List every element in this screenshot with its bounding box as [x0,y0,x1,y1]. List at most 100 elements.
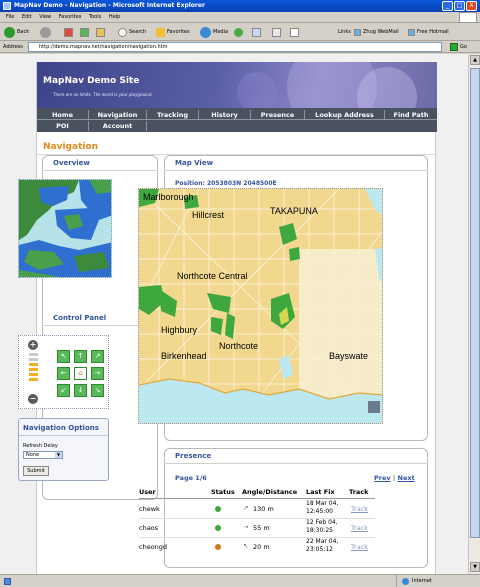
pan-south-button[interactable]: ↓ [74,384,87,397]
home-button[interactable] [96,26,105,38]
links-label: Links [338,29,351,35]
mail-button[interactable] [252,26,261,38]
map-label-hillcrest: Hillcrest [192,210,225,220]
pan-north-button[interactable]: ↑ [74,350,87,363]
track-link[interactable]: Track [351,543,368,551]
menu-file[interactable]: File [6,14,14,20]
scroll-down-icon[interactable]: ▼ [470,562,480,572]
nav-lookup-address[interactable]: Lookup Address [305,110,385,120]
refresh-icon [80,27,89,37]
refresh-button[interactable] [80,26,89,38]
maximize-button[interactable]: □ [454,1,465,11]
print-icon [272,27,281,37]
next-link[interactable]: Next [398,474,415,482]
zoom-level-bar[interactable] [29,363,38,366]
menu-favorites[interactable]: Favorites [59,14,82,20]
minimize-button[interactable]: _ [442,1,453,11]
center-map-button[interactable]: ⌂ [74,367,87,380]
pan-southeast-button[interactable]: ↘ [91,384,104,397]
media-icon [200,26,211,38]
nav-tracking[interactable]: Tracking [147,110,199,120]
pan-southwest-button[interactable]: ↙ [57,384,70,397]
refresh-delay-label: Refresh Delay [23,443,58,449]
zoom-level-bar[interactable] [29,353,38,356]
window-title-bar: MapNav Demo - Navigation - Microsoft Int… [0,0,480,12]
main-map[interactable]: Marlborough Hillcrest TAKAPUNA Northcote… [138,188,383,424]
overview-map[interactable] [18,179,112,278]
menu-help[interactable]: Help [109,14,120,20]
address-input[interactable]: http://demo.mapnav.net/navigation/naviga… [28,42,442,52]
search-button[interactable]: Search [118,26,146,38]
map-label-northcote: Northcote [219,341,259,351]
map-label-birkenhead: Birkenhead [161,351,207,361]
direction-arrow-icon: ⇢ [243,523,249,531]
print-button[interactable] [272,26,281,38]
nav-history[interactable]: History [199,110,251,120]
link-zhug-webmail[interactable]: Zhug WebMail [354,26,399,38]
refresh-delay-select[interactable]: None ▼ [23,451,63,459]
nav-find-path[interactable]: Find Path [385,110,437,120]
page-indicator: Page 1/6 [175,474,207,482]
table-row: chewk ↗ 130 m 18 Mar 04, 12:45:00 Track [139,500,369,515]
overview-map-image [19,180,111,277]
page-icon [354,28,361,36]
status-dot [215,506,221,512]
presence-title: Presence [175,452,212,460]
menu-view[interactable]: View [39,14,51,20]
map-corner-widget[interactable] [368,401,380,413]
track-link[interactable]: Track [351,524,368,532]
nav-account[interactable]: Account [89,121,147,131]
map-view-title: Map View [175,159,214,167]
page-icon [4,578,11,585]
prev-link[interactable]: Prev [374,474,391,482]
zoom-level-bar[interactable] [29,378,38,381]
nav-poi[interactable]: POI [37,121,89,131]
scroll-thumb[interactable] [470,68,480,538]
zoom-level-bar[interactable] [29,368,38,371]
close-button[interactable]: X [466,1,477,11]
globe-icon [402,578,409,585]
control-panel: + − ↖ ↑ ↗ ← ⌂ → ↙ ↓ ↘ [18,335,109,409]
vertical-scrollbar[interactable]: ▲ ▼ [468,54,480,574]
navigation-options-panel: Navigation Options Refresh Delay None ▼ S… [18,418,109,481]
menu-tools[interactable]: Tools [89,14,101,20]
track-link[interactable]: Track [351,505,368,513]
map-label-northcote-central: Northcote Central [177,271,248,281]
go-arrow-icon [450,43,458,51]
pan-northwest-button[interactable]: ↖ [57,350,70,363]
position-readout: Position: 2053803N 2048500E [175,180,277,187]
overview-title: Overview [53,159,90,167]
link-free-hotmail[interactable]: Free Hotmail [408,26,449,38]
navigation-options-title: Navigation Options [23,424,99,432]
ie-icon [3,2,11,10]
zoom-level-bar[interactable] [29,373,38,376]
pagination: Prev | Next [374,474,415,482]
pan-northeast-button[interactable]: ↗ [91,350,104,363]
table-row: chaos ⇢ 55 m 12 Feb 04, 18:30:25 Track [139,519,369,534]
zoom-in-button[interactable]: + [28,340,38,350]
submit-button[interactable]: Submit [23,466,49,476]
go-button[interactable]: Go [450,42,467,52]
zoom-level-bar[interactable] [29,358,38,361]
site-banner: MapNav Demo Site There are no limits. Th… [37,62,437,108]
history-button[interactable] [234,26,243,38]
table-row: cheongd ↖ 20 m 22 Mar 04, 23:05:12 Track [139,538,369,553]
pan-west-button[interactable]: ← [57,367,70,380]
favorites-button[interactable]: Favorites [156,26,190,38]
media-button[interactable]: Media [200,26,228,38]
pan-east-button[interactable]: → [91,367,104,380]
edit-button[interactable] [290,26,299,38]
star-icon [156,27,165,37]
address-bar: Address http://demo.mapnav.net/navigatio… [0,41,480,53]
nav-home[interactable]: Home [37,110,89,120]
nav-presence[interactable]: Presence [251,110,305,120]
menu-edit[interactable]: Edit [22,14,32,20]
back-button[interactable]: Back [4,26,29,38]
stop-button[interactable] [64,26,73,38]
forward-button[interactable] [40,26,51,38]
scroll-up-icon[interactable]: ▲ [470,55,480,65]
zoom-out-button[interactable]: − [28,394,38,404]
chevron-down-icon: ▼ [55,452,62,458]
status-dot [215,525,221,531]
nav-navigation[interactable]: Navigation [89,110,147,120]
